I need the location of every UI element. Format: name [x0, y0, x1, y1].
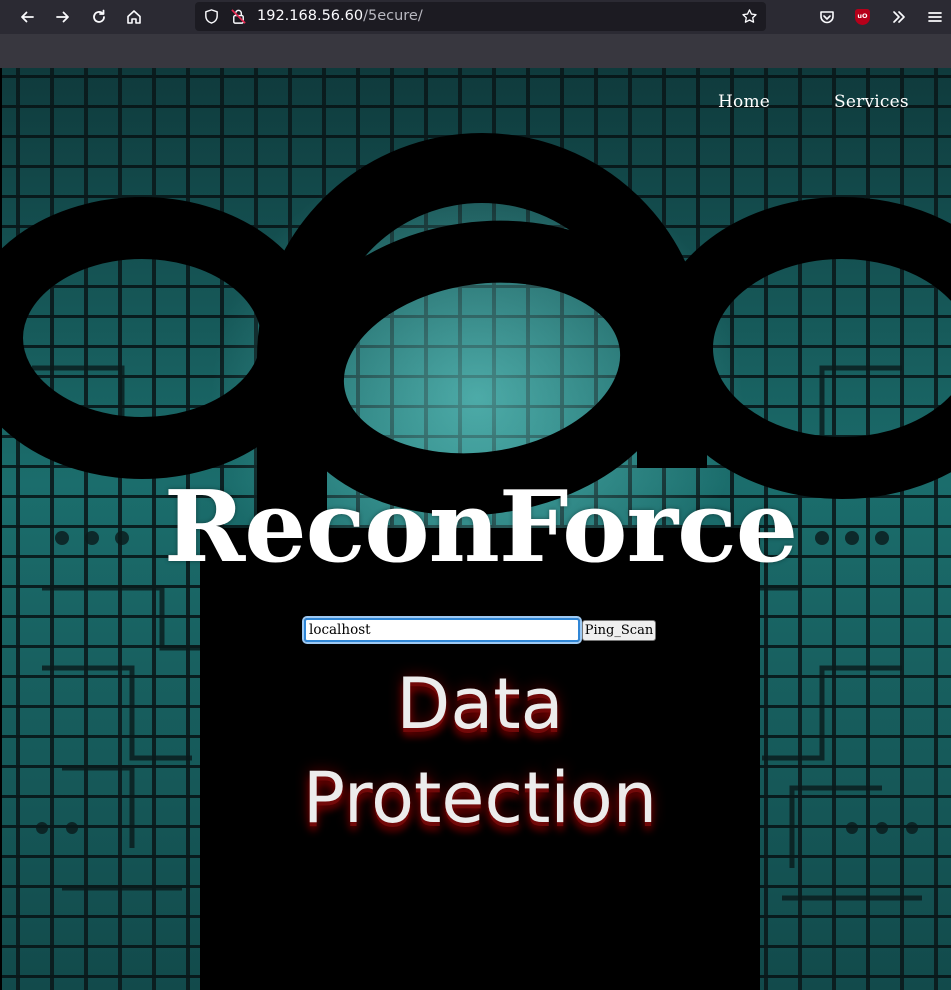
banner-line-data: Data	[396, 663, 564, 745]
browser-tab-strip	[0, 34, 951, 68]
back-button[interactable]	[14, 4, 40, 30]
arrow-left-icon	[21, 11, 34, 23]
shield-icon[interactable]	[203, 8, 220, 25]
overflow-button[interactable]	[886, 4, 912, 30]
pocket-icon	[820, 11, 834, 24]
banner-line-protection: Protection	[302, 757, 658, 839]
menu-button[interactable]	[922, 4, 948, 30]
insecure-lock-icon[interactable]	[230, 8, 247, 25]
home-icon	[127, 10, 141, 24]
ublock-origin-icon[interactable]: uO	[855, 9, 870, 25]
browser-toolbar: 192.168.56.60/5ecure/ uO	[0, 0, 951, 34]
hamburger-menu-icon	[928, 12, 942, 22]
url-host: 192.168.56.60	[257, 8, 364, 24]
forward-button[interactable]	[50, 4, 76, 30]
url-text[interactable]: 192.168.56.60/5ecure/	[257, 8, 423, 25]
chevron-double-right-icon	[893, 11, 905, 23]
home-button[interactable]	[121, 4, 147, 30]
nav-services-link[interactable]: Services	[834, 92, 909, 112]
url-path: /5ecure/	[363, 8, 423, 24]
site-title: ReconForce	[163, 470, 798, 585]
address-bar[interactable]: 192.168.56.60/5ecure/	[195, 2, 766, 31]
star-icon[interactable]	[741, 8, 758, 25]
host-input[interactable]	[302, 616, 582, 644]
nav-home-link[interactable]: Home	[718, 92, 770, 112]
reload-button[interactable]	[86, 4, 112, 30]
reload-icon	[93, 9, 105, 23]
pocket-button[interactable]	[814, 4, 840, 30]
arrow-right-icon	[56, 11, 69, 23]
page-viewport: Home Services ReconForce Ping_Scan Data …	[2, 68, 951, 990]
ublock-label: uO	[857, 12, 868, 20]
ping-scan-button[interactable]: Ping_Scan	[582, 620, 656, 641]
